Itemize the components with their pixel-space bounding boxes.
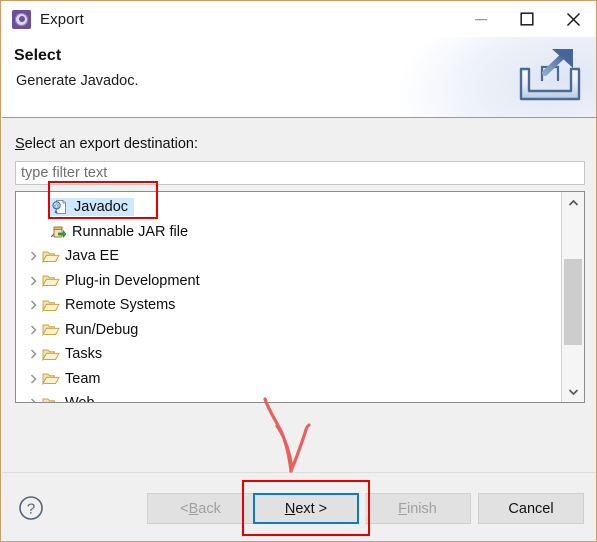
tree-item-java-ee[interactable]: Java EE [16,244,561,269]
dialog-body: Select an export destination: @ [2,118,596,472]
tree-item-team[interactable]: Team [16,367,561,392]
maximize-button[interactable] [504,1,550,37]
tree-item-label: Runnable JAR file [72,223,189,240]
folder-icon [41,371,61,386]
folder-icon [41,273,61,288]
window-controls [458,1,596,37]
tree-item-label: Run/Debug [65,321,139,338]
cancel-button[interactable]: Cancel [478,493,584,524]
tree-item-runnable-jar-file[interactable]: Runnable JAR file [16,220,561,245]
folder-icon [41,347,61,362]
scrollbar-thumb[interactable] [564,259,582,345]
finish-button[interactable]: Finish [365,493,471,524]
chevron-down-icon [568,388,578,395]
folder-icon [41,298,61,313]
page-title: Select [14,47,62,64]
export-destination-tree[interactable]: @ Javadoc Runnable JAR file Java EE Plug… [15,191,585,403]
chevron-right-icon[interactable] [26,374,41,384]
chevron-right-icon[interactable] [26,325,41,335]
tree-item-label: Team [65,370,101,387]
chevron-right-icon[interactable] [26,349,41,359]
javadoc-icon: @ [50,199,70,215]
maximize-icon [520,12,534,26]
chevron-up-icon [568,199,578,206]
chevron-right-icon[interactable] [26,251,41,261]
filter-input[interactable] [15,161,585,185]
tree-item-remote-systems[interactable]: Remote Systems [16,293,561,318]
tree-list: @ Javadoc Runnable JAR file Java EE Plug… [16,192,561,402]
close-button[interactable] [550,1,596,37]
folder-icon [41,322,61,337]
next-button[interactable]: Next > [253,493,359,524]
export-destination-label: Select an export destination: [15,136,198,152]
tree-item-run-debug[interactable]: Run/Debug [16,318,561,343]
tree-item-label: Web [61,395,95,402]
tree-item-tasks[interactable]: Tasks [16,342,561,367]
minimize-icon [475,19,487,21]
wizard-header: Select Generate Javadoc. [2,37,596,118]
window-title: Export [40,10,84,28]
tree-item-label: Tasks [65,346,103,363]
tree-item-label: Javadoc [74,199,129,216]
tree-item-label: Plug-in Development [65,272,200,289]
tree-item-label: Remote Systems [65,297,176,314]
tree-vertical-scrollbar[interactable] [561,192,584,402]
export-wizard-icon [519,49,581,101]
folder-icon [41,249,61,264]
minimize-button[interactable] [458,1,504,37]
export-dialog-window: Export Select Generate Javadoc. Select a… [0,0,597,542]
scroll-up-button[interactable] [562,192,584,213]
chevron-right-icon[interactable] [26,300,41,310]
page-subtitle: Generate Javadoc. [16,73,139,89]
close-icon [566,12,580,26]
back-button[interactable]: < Back [147,493,253,524]
tree-item-selection: @ Javadoc [48,198,135,217]
tree-item-label: Java EE [65,248,119,265]
tree-item-javadoc[interactable]: @ Javadoc [16,195,561,220]
eclipse-app-icon [12,9,31,29]
tree-item-plug-in-development[interactable]: Plug-in Development [16,269,561,294]
folder-icon [41,396,61,402]
svg-text:@: @ [54,204,59,210]
runnable-jar-icon [48,224,68,240]
svg-text:?: ? [27,501,35,518]
chevron-right-icon[interactable] [26,398,41,402]
help-button[interactable]: ? [18,495,44,521]
scroll-down-button[interactable] [562,381,584,402]
tree-item-web[interactable]: Web [16,391,561,402]
chevron-right-icon[interactable] [26,276,41,286]
